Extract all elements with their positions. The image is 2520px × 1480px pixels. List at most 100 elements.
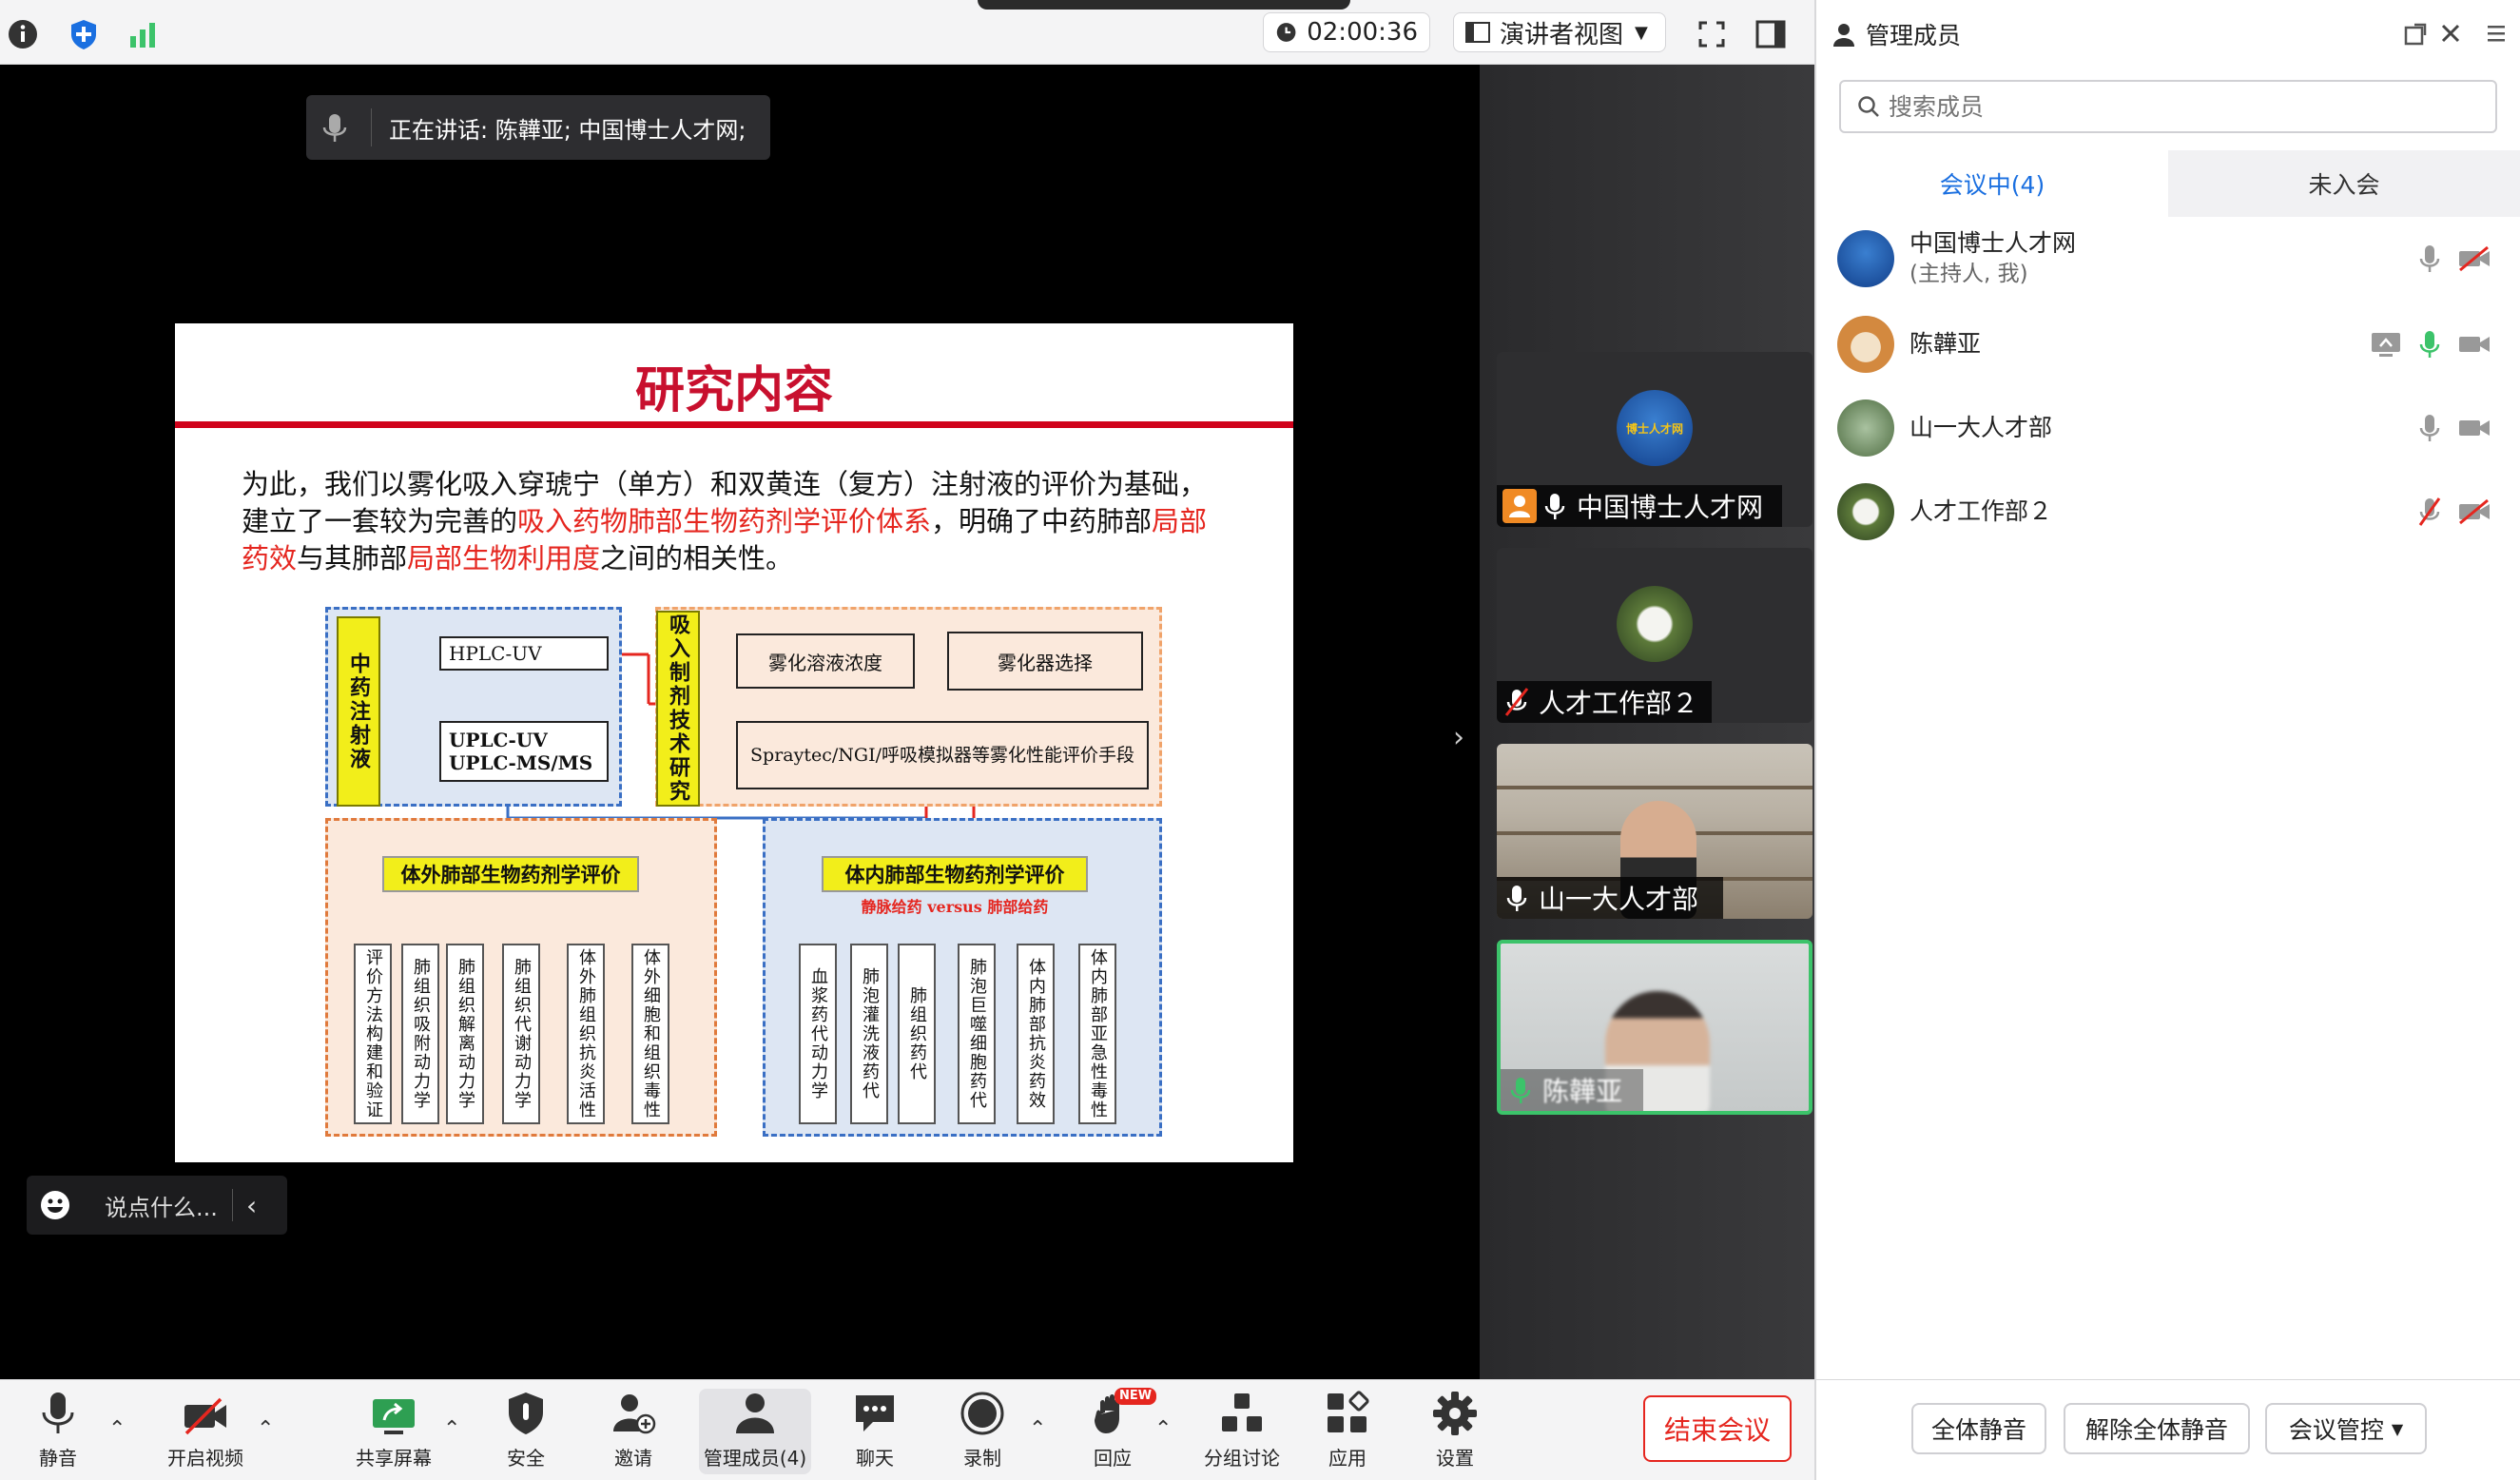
member-name: 山一大人才部	[1909, 414, 2053, 441]
tab-in-meeting[interactable]: 会议中(4)	[1816, 150, 2168, 217]
tab-in-meeting-label: 会议中(4)	[1939, 171, 2045, 199]
logo-avatar: 博士人才网	[1617, 390, 1693, 466]
video-icon[interactable]	[2457, 330, 2491, 359]
search-input[interactable]	[1889, 92, 2459, 121]
invitro-item: 体外肺组织抗炎活性	[567, 944, 605, 1124]
share-screen-button[interactable]: 共享屏幕	[337, 1389, 451, 1470]
chevron-up-icon[interactable]: ⌃	[1154, 1417, 1172, 1441]
view-selector[interactable]: 演讲者视图 ▼	[1453, 12, 1666, 52]
tile-name: 山一大人才部	[1539, 884, 1699, 915]
member-name: 人才工作部２	[1909, 497, 2053, 525]
avatar	[1837, 316, 1894, 373]
invivo-item: 体内肺部抗炎药效	[1017, 944, 1055, 1124]
settings-button[interactable]: 设置	[1398, 1389, 1512, 1470]
apps-button[interactable]: 应用	[1290, 1389, 1405, 1470]
video-tile[interactable]: 博士人才网 中国博士人才网	[1497, 352, 1812, 527]
signal-icon[interactable]	[124, 15, 162, 53]
window-handle[interactable]	[978, 0, 1350, 10]
mute-button[interactable]: 静音	[1, 1389, 115, 1470]
menu-icon[interactable]	[2486, 23, 2507, 44]
video-off-icon[interactable]	[2457, 244, 2491, 273]
presentation-slide: 研究内容 为此，我们以雾化吸入穿琥宁（单方）和双黄连（复方）注射液的评价为基础，…	[175, 323, 1293, 1162]
tile-namebar: 人才工作部２	[1497, 681, 1712, 723]
uplc-ms-text: UPLC-MS/MS	[449, 751, 593, 774]
member-name: 中国博士人才网	[1909, 229, 2077, 257]
video-off-icon[interactable]	[2457, 497, 2491, 526]
end-meeting-button[interactable]: 结束会议	[1643, 1395, 1792, 1462]
manage-members-button[interactable]: 管理成员(4)	[698, 1389, 812, 1470]
member-row[interactable]: 中国博士人才网 (主持人, 我)	[1837, 221, 2503, 297]
search-box[interactable]	[1839, 80, 2497, 133]
emoji-icon[interactable]	[27, 1186, 84, 1224]
manage-members-label: 管理成员(4)	[703, 1447, 807, 1470]
chevron-left-icon[interactable]: ‹	[246, 1190, 257, 1221]
security-button[interactable]: 安全	[469, 1389, 583, 1470]
breakout-button[interactable]: 分组讨论	[1185, 1389, 1299, 1470]
chevron-up-icon[interactable]: ⌃	[257, 1417, 274, 1441]
info-icon[interactable]	[4, 15, 42, 53]
meeting-control-label: 会议管控	[2288, 1416, 2384, 1444]
collapse-gallery-arrow[interactable]: ›	[1453, 721, 1476, 759]
chat-bubble-icon	[856, 1395, 894, 1431]
close-icon[interactable]	[2436, 19, 2465, 48]
meeting-control-button[interactable]: 会议管控 ▼	[2265, 1403, 2427, 1454]
label-tcm-injection: 中药注射液	[337, 616, 380, 807]
video-button[interactable]: 开启视频	[148, 1389, 262, 1470]
video-tile[interactable]: 人才工作部２	[1497, 548, 1812, 723]
video-icon[interactable]	[2457, 414, 2491, 442]
chevron-up-icon[interactable]: ⌃	[108, 1417, 126, 1441]
member-row[interactable]: 山一大人才部	[1837, 390, 2503, 466]
video-off-icon	[184, 1397, 226, 1435]
record-label: 录制	[963, 1447, 1001, 1470]
mute-all-button[interactable]: 全体静音	[1911, 1403, 2046, 1454]
invivo-item: 体内肺部亚急性毒性	[1078, 944, 1116, 1124]
chat-input-bar[interactable]: 说点什么... ‹	[27, 1176, 287, 1235]
apps-label: 应用	[1328, 1447, 1367, 1470]
invivo-item: 血浆药代动力学	[799, 944, 837, 1124]
video-tile[interactable]: 山一大人才部	[1497, 744, 1812, 919]
member-row[interactable]: 人才工作部２	[1837, 474, 2503, 550]
member-name: 陈韡亚	[1909, 330, 1982, 358]
sidebar-toggle-icon[interactable]	[1752, 15, 1790, 53]
invite-button[interactable]: 邀请	[576, 1389, 690, 1470]
layout-icon	[1465, 22, 1490, 43]
popout-icon[interactable]	[2402, 21, 2429, 48]
fullscreen-icon[interactable]	[1693, 15, 1731, 53]
person-icon	[1833, 24, 1854, 47]
panel-title: 管理成员	[1866, 22, 1962, 49]
chevron-up-icon[interactable]: ⌃	[1029, 1417, 1046, 1441]
meeting-timer: 02:00:36	[1263, 12, 1430, 52]
microphone-icon[interactable]	[2415, 242, 2444, 276]
unmute-all-button[interactable]: 解除全体静音	[2064, 1403, 2250, 1454]
invitro-item: 肺组织吸附动力学	[401, 944, 439, 1124]
box-solution-concentration: 雾化溶液浓度	[736, 633, 915, 689]
invivo-item: 肺泡巨噬细胞药代	[958, 944, 996, 1124]
flower-avatar	[1617, 586, 1693, 662]
video-tile-active-speaker[interactable]: 陈韡亚	[1497, 940, 1812, 1115]
chat-label: 聊天	[856, 1447, 894, 1470]
label-invivo-eval: 体内肺部生物药剂学评价	[822, 856, 1088, 892]
member-role: (主持人, 我)	[1909, 262, 2028, 286]
apps-grid-icon	[1328, 1391, 1369, 1432]
clock-icon	[1276, 23, 1296, 42]
tab-not-joined[interactable]: 未入会	[2168, 150, 2520, 217]
muted-microphone-icon	[1504, 688, 1529, 716]
tile-namebar: 山一大人才部	[1497, 877, 1723, 919]
record-button[interactable]: 录制	[925, 1389, 1039, 1470]
member-row[interactable]: 陈韡亚	[1837, 306, 2503, 382]
box-nebulizer-selection: 雾化器选择	[947, 632, 1143, 691]
box-hplc-uv: HPLC-UV	[439, 636, 609, 671]
shield-icon[interactable]	[65, 15, 103, 53]
top-bar: 02:00:36 演讲者视图 ▼	[0, 0, 1814, 65]
gear-icon	[1433, 1392, 1477, 1435]
mute-label: 静音	[39, 1447, 77, 1470]
tile-namebar: 中国博士人才网	[1497, 485, 1782, 527]
record-icon	[960, 1392, 1004, 1435]
microphone-icon[interactable]	[2415, 411, 2444, 445]
chat-button[interactable]: 聊天	[818, 1389, 932, 1470]
chevron-up-icon[interactable]: ⌃	[443, 1417, 460, 1441]
muted-microphone-icon[interactable]	[2415, 495, 2444, 529]
speaking-indicator: 正在讲话: 陈韡亚; 中国博士人才网;	[306, 95, 770, 160]
microphone-active-icon[interactable]	[2415, 327, 2444, 361]
chat-placeholder: 说点什么...	[105, 1194, 218, 1221]
